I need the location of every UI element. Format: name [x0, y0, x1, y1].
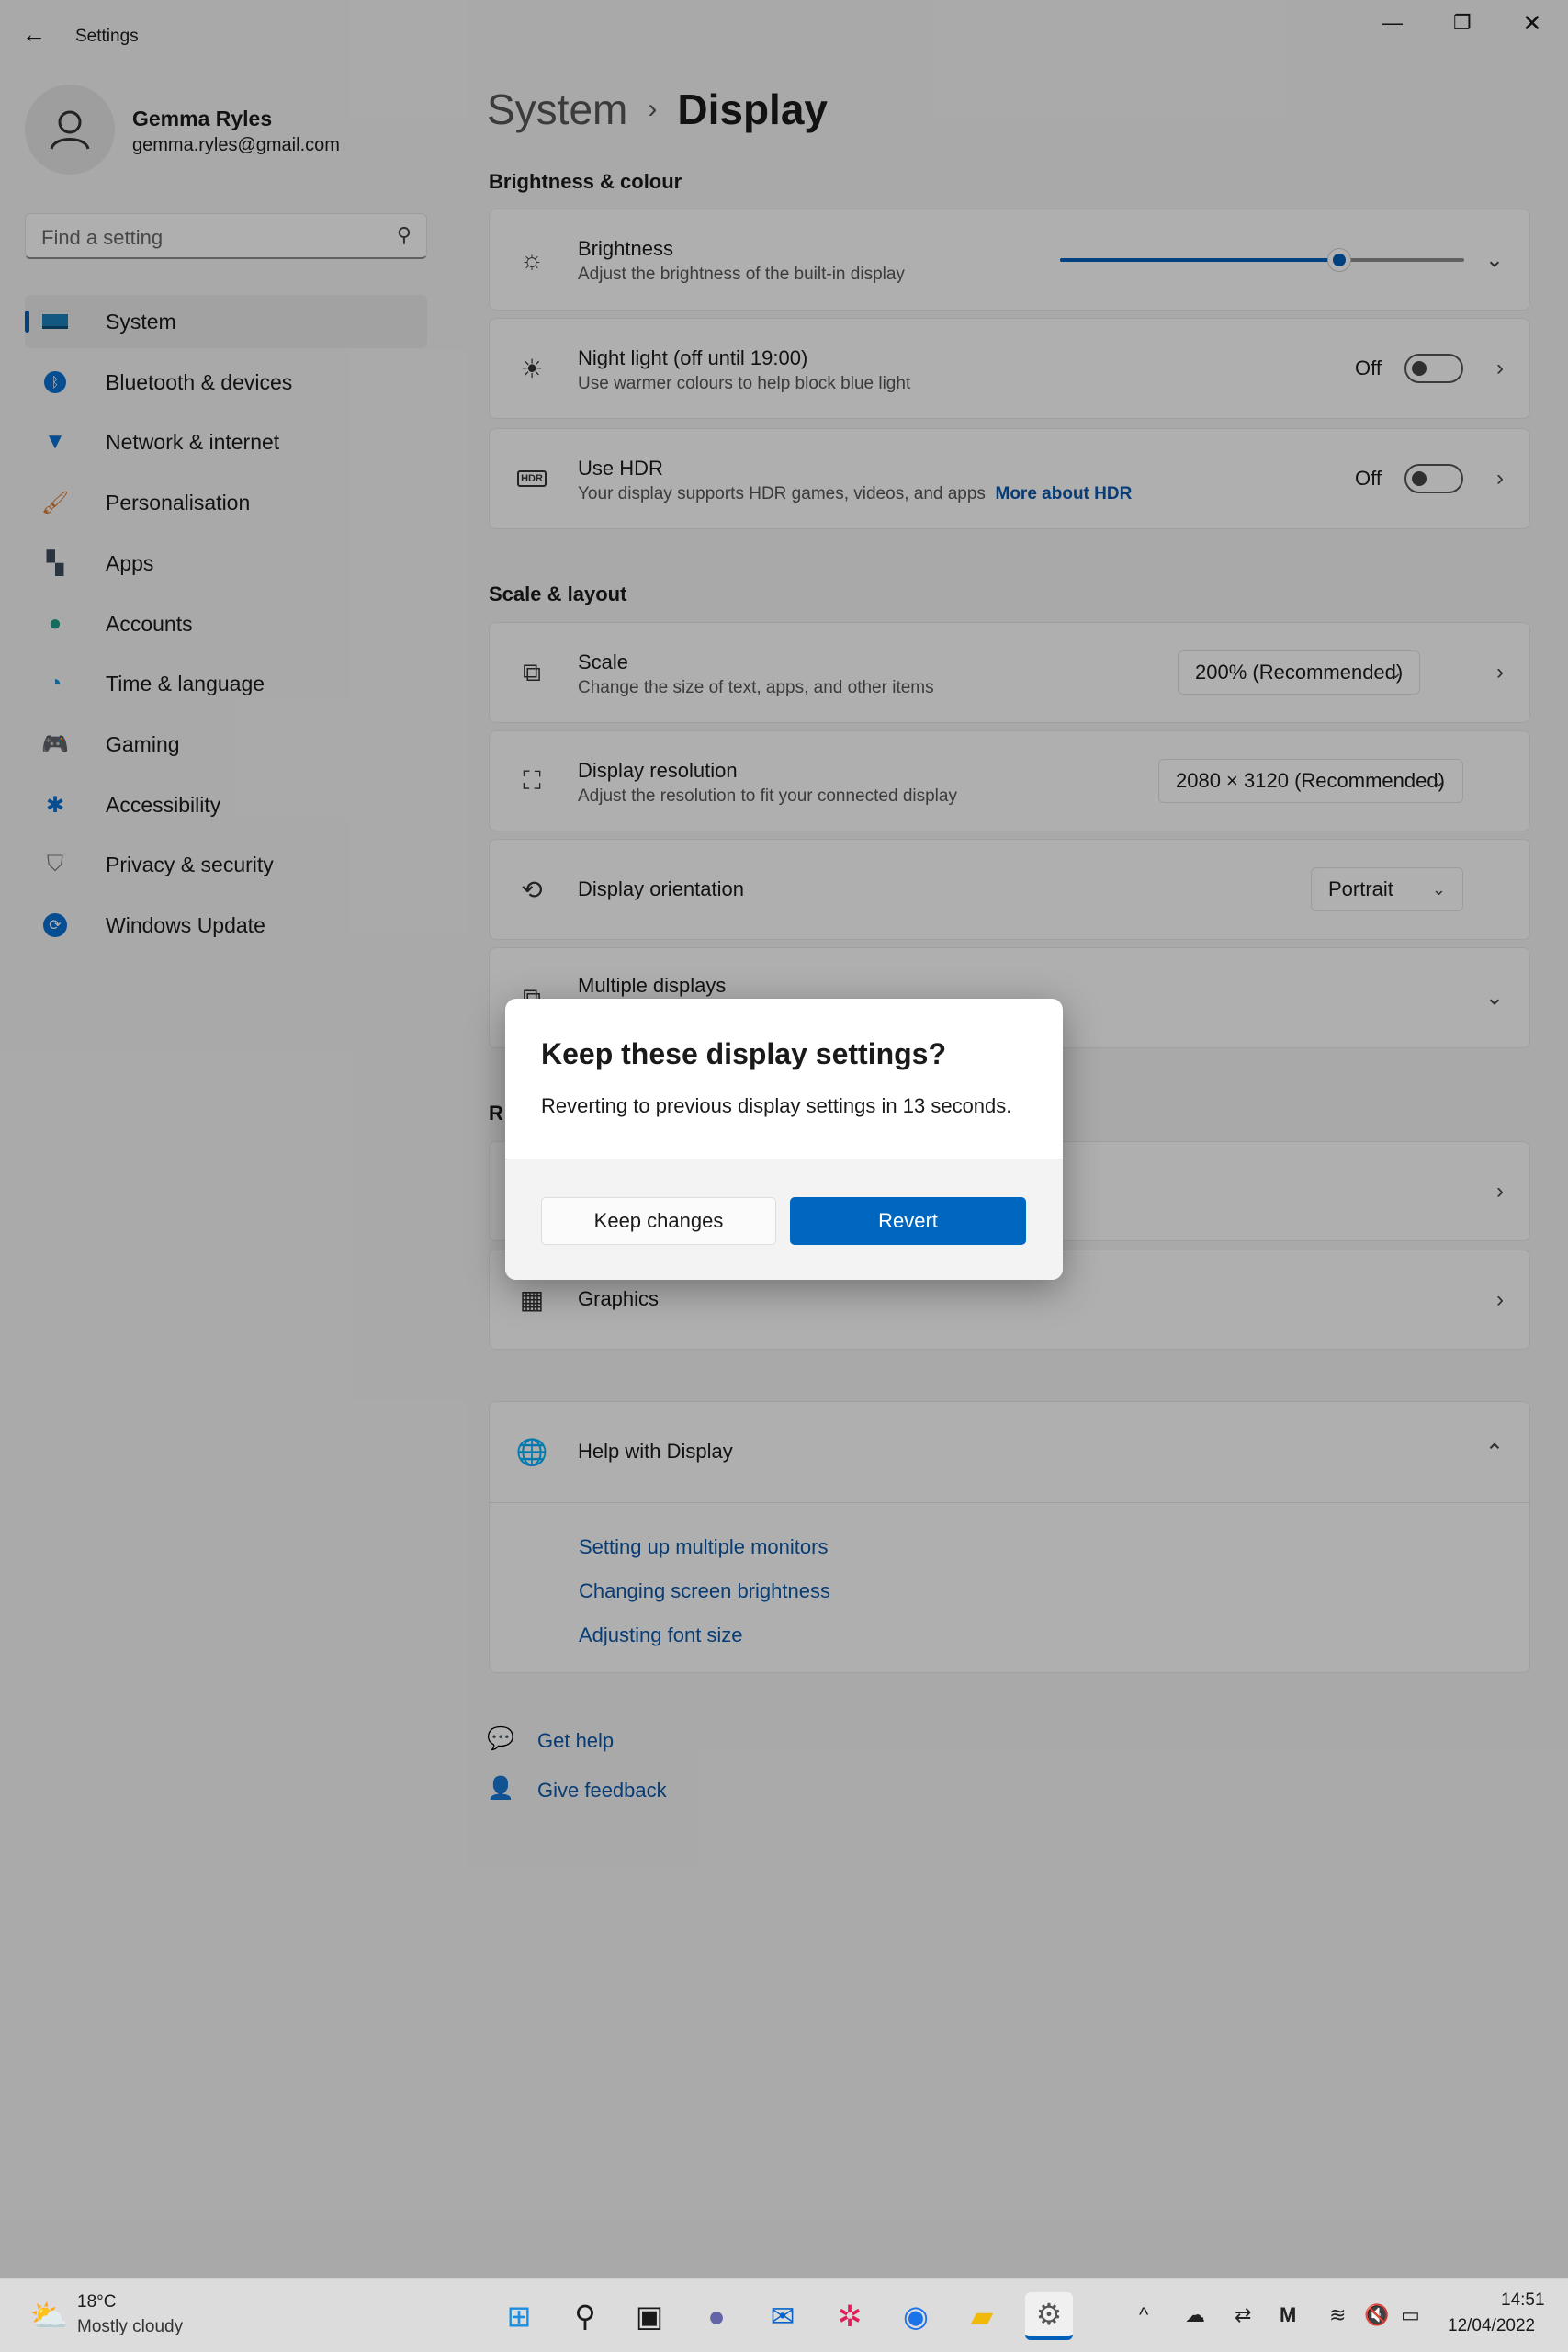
volume-muted-icon[interactable]: 🔇 — [1364, 2303, 1389, 2327]
clock-date[interactable]: 12/04/2022 — [1448, 2316, 1535, 2336]
keep-settings-dialog: Keep these display settings? Reverting t… — [505, 999, 1063, 1280]
keep-changes-button[interactable]: Keep changes — [541, 1197, 776, 1245]
file-explorer-icon[interactable]: ▰ — [958, 2292, 1006, 2340]
teams-chat-icon[interactable]: ● — [693, 2292, 740, 2340]
search-icon[interactable]: ⚲ — [561, 2292, 609, 2340]
weather-cloudy-icon: ⛅ — [29, 2299, 69, 2334]
dialog-footer: Keep changes Revert — [505, 1159, 1063, 1280]
dialog-title: Keep these display settings? — [541, 1037, 947, 1070]
clock-time[interactable]: 14:51 — [1501, 2290, 1545, 2311]
task-view-icon[interactable]: ▣ — [626, 2292, 673, 2340]
wifi-icon[interactable]: ≋ — [1329, 2303, 1346, 2327]
pen-menu-icon[interactable]: ⇄ — [1235, 2303, 1251, 2327]
weather-temp[interactable]: 18°C — [77, 2292, 116, 2312]
revert-button[interactable]: Revert — [790, 1197, 1026, 1245]
outlook-icon[interactable]: ✉ — [759, 2292, 807, 2340]
chrome-icon[interactable]: ◉ — [892, 2292, 940, 2340]
start-icon[interactable]: ⊞ — [495, 2292, 543, 2340]
app-tray-icon[interactable]: M — [1280, 2303, 1296, 2327]
dialog-message: Reverting to previous display settings i… — [541, 1094, 1012, 1117]
weather-desc[interactable]: Mostly cloudy — [77, 2317, 183, 2337]
show-hidden-icons[interactable]: ^ — [1139, 2303, 1148, 2327]
onedrive-icon[interactable]: ☁ — [1185, 2303, 1205, 2327]
settings-app-icon[interactable]: ⚙ — [1025, 2292, 1073, 2340]
slack-icon[interactable]: ✲ — [826, 2292, 874, 2340]
taskbar: ⛅ 18°C Mostly cloudy ⊞ ⚲ ▣ ● ✉ ✲ ◉ ▰ ⚙ ^… — [0, 2278, 1568, 2352]
battery-icon[interactable]: ▭ — [1401, 2303, 1420, 2327]
